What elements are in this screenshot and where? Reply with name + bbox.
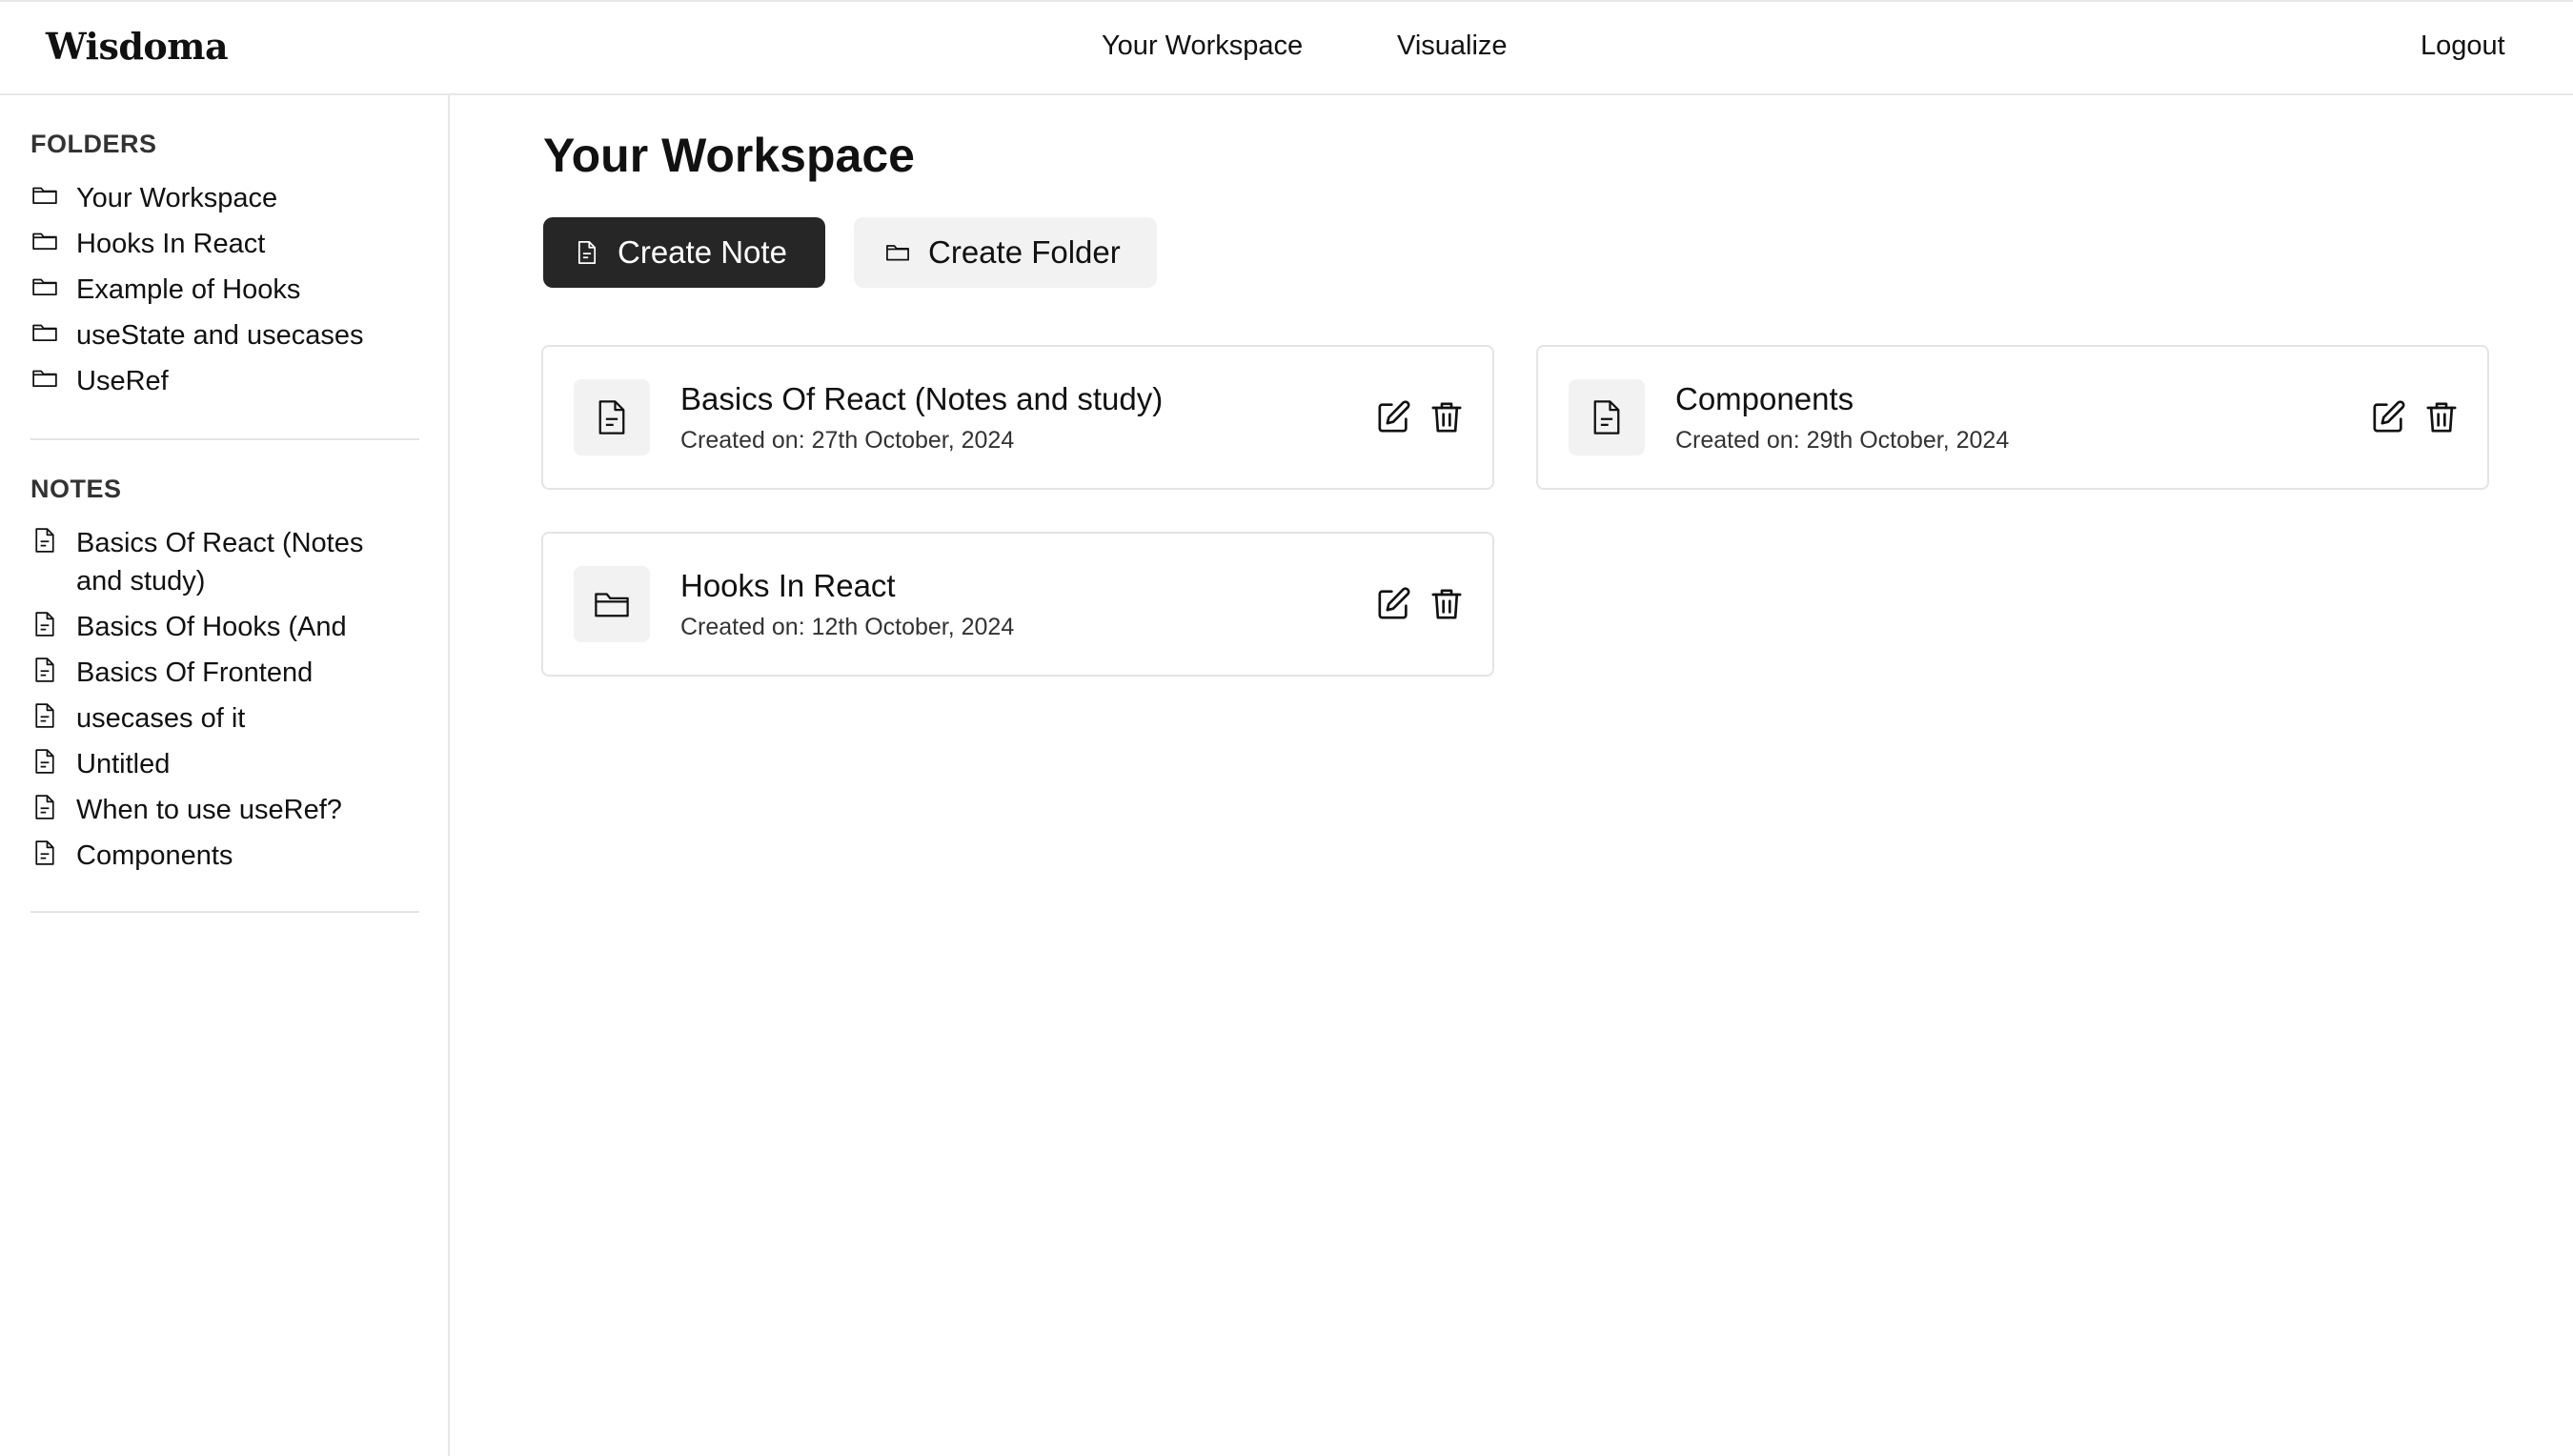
main-content: Your Workspace Create Note Create Folder…	[452, 95, 2573, 1456]
folder-card[interactable]: Hooks In React Created on: 12th October,…	[541, 532, 1494, 677]
logout-button[interactable]: Logout	[2421, 30, 2505, 62]
file-icon	[35, 657, 54, 682]
file-icon	[35, 612, 54, 637]
create-folder-label: Create Folder	[928, 234, 1121, 270]
sidebar-note-label: Untitled	[76, 749, 171, 779]
note-card[interactable]: Components Created on: 29th October, 202…	[1536, 345, 2489, 490]
edit-icon[interactable]	[1374, 398, 1412, 436]
sidebar-note-label: Components	[76, 840, 233, 871]
folder-icon	[32, 370, 57, 387]
file-icon	[598, 400, 625, 435]
sidebar-folder-item[interactable]: useState and usecases	[30, 316, 431, 354]
file-icon	[577, 241, 597, 264]
create-note-button[interactable]: Create Note	[543, 217, 825, 288]
folder-icon	[595, 593, 629, 617]
top-navbar: Wisdoma Your Workspace Visualize Logout	[0, 0, 2573, 95]
page-title: Your Workspace	[543, 129, 915, 182]
sidebar-note-label: Basics Of Frontend	[76, 657, 314, 688]
card-title: Basics Of React (Notes and study)	[680, 381, 1164, 416]
card-thumbnail	[1569, 379, 1645, 455]
nav-your-workspace[interactable]: Your Workspace	[1102, 30, 1303, 62]
sidebar-folder-label: useState and usecases	[76, 320, 364, 351]
sidebar-divider	[30, 438, 419, 440]
sidebar-note-label: Basics Of Hooks (And	[76, 612, 347, 642]
edit-icon[interactable]	[1374, 585, 1412, 623]
sidebar-note-label: Basics Of React (Notes and study)	[76, 528, 364, 597]
sidebar-folder-item[interactable]: Your Workspace	[30, 179, 431, 217]
brand-logo[interactable]: Wisdoma	[46, 25, 229, 68]
sidebar-folder-item[interactable]: Hooks In React	[30, 225, 431, 263]
sidebar-folder-label: Your Workspace	[76, 183, 278, 213]
trash-icon[interactable]	[2422, 398, 2461, 436]
sidebar: FOLDERS Your Workspace Hooks In React Ex…	[0, 95, 450, 1456]
notes-section-title: NOTES	[30, 475, 122, 503]
file-icon	[1593, 400, 1620, 435]
sidebar-note-label: usecases of it	[76, 703, 246, 734]
sidebar-note-item[interactable]: usecases of it	[30, 699, 431, 738]
folder-icon	[32, 233, 57, 250]
sidebar-folder-label: Hooks In React	[76, 229, 266, 259]
sidebar-divider	[30, 911, 419, 913]
card-title: Hooks In React	[680, 568, 896, 603]
card-created-date: Created on: 29th October, 2024	[1675, 427, 2010, 454]
sidebar-folder-label: UseRef	[76, 366, 169, 396]
create-note-label: Create Note	[618, 234, 787, 270]
card-thumbnail	[574, 379, 650, 455]
sidebar-note-item[interactable]: Basics Of Hooks (And	[30, 608, 431, 646]
create-folder-button[interactable]: Create Folder	[854, 217, 1157, 288]
edit-icon[interactable]	[2369, 398, 2407, 436]
folder-icon	[32, 187, 57, 204]
card-created-date: Created on: 12th October, 2024	[680, 614, 1015, 640]
trash-icon[interactable]	[1428, 398, 1466, 436]
notes-list: Basics Of React (Notes and study) Basics…	[30, 524, 431, 882]
card-created-date: Created on: 27th October, 2024	[680, 427, 1015, 454]
folders-list: Your Workspace Hooks In React Example of…	[30, 179, 431, 408]
nav-visualize[interactable]: Visualize	[1397, 30, 1508, 62]
file-icon	[35, 703, 54, 728]
card-title: Components	[1675, 381, 1854, 416]
folder-icon	[32, 278, 57, 295]
sidebar-note-item[interactable]: When to use useRef?	[30, 791, 431, 829]
file-icon	[35, 840, 54, 865]
file-icon	[35, 795, 54, 819]
file-icon	[35, 528, 54, 553]
sidebar-note-item[interactable]: Basics Of Frontend	[30, 654, 431, 692]
sidebar-note-label: When to use useRef?	[76, 795, 342, 825]
trash-icon[interactable]	[1428, 585, 1466, 623]
sidebar-note-item[interactable]: Components	[30, 837, 431, 875]
card-thumbnail	[574, 566, 650, 642]
sidebar-folder-label: Example of Hooks	[76, 274, 301, 305]
folders-section-title: FOLDERS	[30, 130, 157, 158]
sidebar-folder-item[interactable]: Example of Hooks	[30, 271, 431, 309]
sidebar-folder-item[interactable]: UseRef	[30, 362, 431, 400]
sidebar-note-item[interactable]: Untitled	[30, 745, 431, 783]
folder-icon	[886, 245, 909, 261]
folder-icon	[32, 324, 57, 341]
note-card[interactable]: Basics Of React (Notes and study) Create…	[541, 345, 1494, 490]
file-icon	[35, 749, 54, 774]
sidebar-note-item[interactable]: Basics Of React (Notes and study)	[30, 524, 431, 600]
